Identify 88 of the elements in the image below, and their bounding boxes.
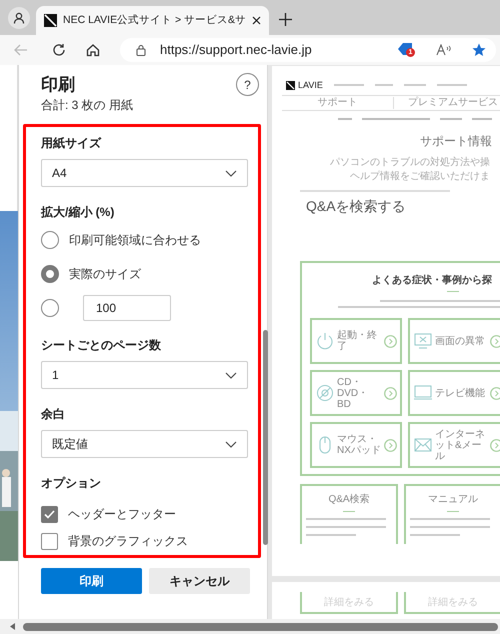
- category-card[interactable]: インターネット&メール: [408, 422, 500, 468]
- dropdown[interactable]: A4: [41, 159, 248, 187]
- panel-title: 印刷: [41, 74, 76, 96]
- page-heading: サポート情報: [419, 133, 493, 150]
- dropdown[interactable]: 既定値: [41, 430, 248, 458]
- logo-icon: [286, 80, 295, 90]
- category-label: CD・DVD・BD: [337, 376, 370, 410]
- blurred-text-line: [436, 84, 467, 86]
- title-underline: [343, 511, 355, 512]
- category-label: インターネット&メール: [435, 428, 486, 462]
- dropdown-value: 既定値: [52, 436, 88, 453]
- url-text: https://support.nec-lavie.jp: [160, 41, 313, 60]
- section-label: 用紙サイズ: [41, 135, 102, 152]
- radio-button[interactable]: [41, 231, 59, 249]
- page-tab[interactable]: プレミアムサービス: [394, 97, 500, 109]
- intro-text: パソコンのトラブルの対処方法や操: [330, 156, 490, 170]
- title-underline: [447, 511, 459, 512]
- chevron-down-icon: [225, 372, 237, 378]
- section-label: オプション: [41, 475, 102, 492]
- chevron-down-icon: [225, 170, 237, 176]
- category-card[interactable]: テレビ機能: [408, 370, 500, 416]
- envelope-icon: [414, 436, 432, 454]
- blurred-text-line: [306, 534, 356, 536]
- category-label: 起動・終了: [337, 330, 378, 352]
- tab-title: NEC LAVIE公式サイト > サービス&サ: [63, 12, 246, 28]
- read-aloud-icon[interactable]: [436, 44, 452, 56]
- lock-icon: [136, 44, 146, 56]
- favicon-icon: [44, 14, 57, 27]
- disc-icon: [316, 384, 334, 402]
- card-title: Q&A検索: [328, 492, 370, 507]
- category-label: テレビ機能: [435, 388, 486, 398]
- section-label: シートごとのページ数: [41, 337, 162, 354]
- cancel-button[interactable]: キャンセル: [149, 568, 250, 594]
- page-tab[interactable]: サポート: [282, 97, 394, 109]
- profile-button[interactable]: [8, 7, 30, 29]
- category-card[interactable]: 起動・終了: [310, 318, 402, 364]
- new-tab-icon[interactable]: [279, 13, 292, 26]
- scrollbar-thumb[interactable]: [263, 330, 268, 545]
- radio-button[interactable]: [41, 265, 59, 283]
- radio-label: 実際のサイズ: [69, 266, 141, 283]
- checkbox-label: 背景のグラフィックス: [68, 533, 188, 550]
- category-card[interactable]: マウス・NXパッド: [310, 422, 402, 468]
- section-title: よくある症状・事例から探: [371, 274, 493, 288]
- dropdown-value: A4: [52, 165, 67, 182]
- title-underline: [447, 291, 459, 292]
- arrow-circle-icon: [384, 334, 397, 348]
- horizontal-scrollbar-thumb[interactable]: [23, 622, 498, 630]
- help-button[interactable]: ?: [236, 73, 259, 96]
- radio-button[interactable]: [41, 299, 59, 317]
- home-icon[interactable]: [86, 43, 100, 57]
- category-label: 画面の異常: [435, 336, 486, 346]
- section-label: 余白: [41, 406, 66, 423]
- info-card[interactable]: Q&A検索: [300, 484, 398, 544]
- checkbox[interactable]: [41, 506, 58, 522]
- arrow-circle-icon: [384, 438, 397, 452]
- tv-icon: [414, 384, 432, 402]
- category-label: マウス・NXパッド: [337, 434, 381, 456]
- blurred-text-line: [374, 84, 393, 86]
- print-button[interactable]: 印刷: [41, 568, 142, 594]
- star-icon[interactable]: [472, 43, 486, 57]
- refresh-icon[interactable]: [52, 43, 66, 57]
- blurred-text-line: [334, 84, 364, 86]
- radio-label: 印刷可能領域に合わせる: [69, 232, 201, 249]
- blurred-text-line: [410, 534, 460, 536]
- monitor-icon: [414, 332, 432, 350]
- check-icon: [44, 510, 55, 518]
- sheet-count: 合計: 3 枚の 用紙: [41, 97, 134, 113]
- card-title: マニュアル: [428, 493, 478, 507]
- checkbox[interactable]: [41, 532, 58, 550]
- person-icon: [13, 12, 25, 24]
- dropdown-value: 1: [52, 367, 59, 384]
- search-title: Q&Aを検索する: [306, 197, 407, 216]
- chevron-down-icon: [225, 440, 237, 448]
- power-icon: [316, 332, 334, 350]
- blurred-text-line: [404, 84, 426, 86]
- logo-text: LAVIE: [298, 80, 323, 90]
- dropdown[interactable]: 1: [41, 361, 248, 389]
- intro-text: ヘルプ情報をご確認いただけま: [350, 170, 490, 184]
- scroll-left-icon[interactable]: [10, 623, 15, 630]
- section-label: 拡大/縮小 (%): [41, 204, 116, 221]
- arrow-circle-icon: [384, 386, 397, 400]
- checkbox-label: ヘッダーとフッター: [68, 506, 176, 523]
- scale-input[interactable]: 100: [83, 295, 171, 321]
- category-card[interactable]: CD・DVD・BD: [310, 370, 402, 416]
- browser-tab[interactable]: NEC LAVIE公式サイト > サービス&サ: [36, 6, 270, 35]
- info-card[interactable]: マニュアル: [404, 484, 500, 544]
- close-icon[interactable]: [252, 16, 262, 25]
- category-card[interactable]: 画面の異常: [408, 318, 500, 364]
